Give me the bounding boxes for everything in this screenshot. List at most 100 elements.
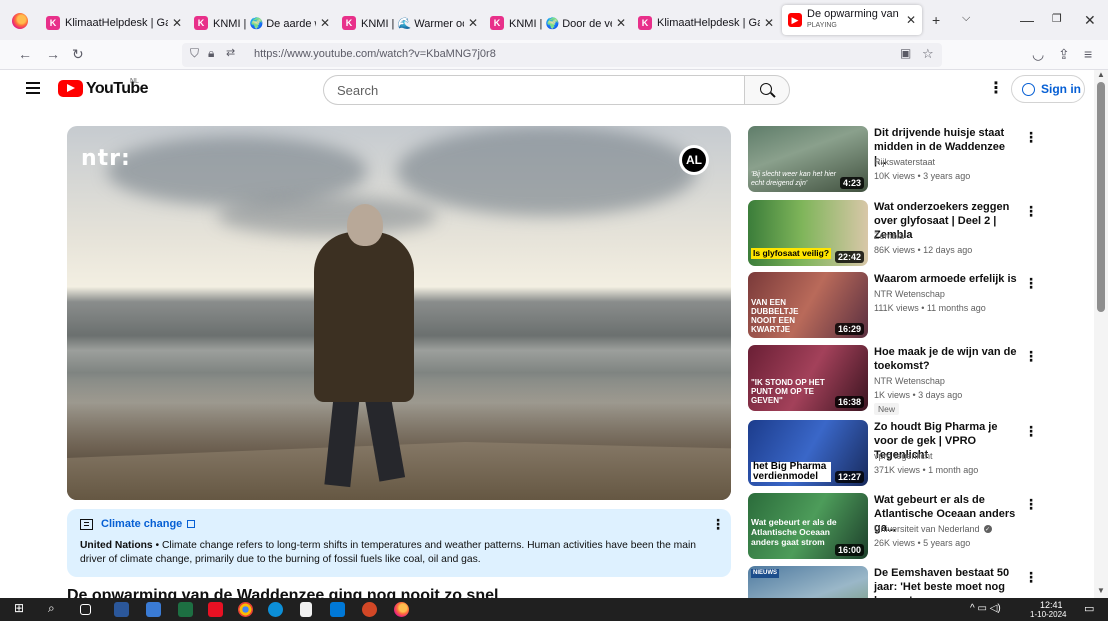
close-window-icon[interactable]: ✕ — [1084, 12, 1096, 29]
scroll-up-icon[interactable]: ▲ — [1097, 70, 1105, 79]
search-button[interactable] — [744, 75, 790, 105]
outlook-icon[interactable] — [146, 602, 161, 617]
close-tab-icon[interactable]: ✕ — [468, 16, 478, 30]
edge-icon[interactable] — [268, 602, 283, 617]
channel-name[interactable]: Universiteit van Nederland ✓ — [874, 524, 992, 534]
country-code: NL — [130, 78, 139, 85]
clock-time[interactable]: 12:41 — [1040, 600, 1063, 610]
recommendation-more-icon[interactable]: ⋮ — [1024, 130, 1038, 144]
firefox-icon — [12, 13, 28, 29]
back-arrow-icon[interactable]: ← — [18, 46, 32, 62]
recommendation-title[interactable]: Hoe maak je de wijn van de toekomst? — [874, 345, 1020, 373]
bookmark-star-icon[interactable]: ☆ — [922, 46, 934, 62]
system-tray-icons[interactable]: ^ ▭ ◁) — [970, 603, 1001, 614]
close-tab-icon[interactable]: ✕ — [172, 16, 182, 30]
recommendation-more-icon[interactable]: ⋮ — [1024, 424, 1038, 438]
windows-taskbar: ⊞ ⌕ ^ ▭ ◁) 12:41 1-10-2024 ▭ — [0, 598, 1108, 621]
recommendation-title[interactable]: Waarom armoede erfelijk is — [874, 272, 1020, 286]
youtube-logo-icon[interactable] — [58, 80, 83, 97]
chrome-icon[interactable] — [238, 602, 253, 617]
close-tab-icon[interactable]: ✕ — [764, 16, 774, 30]
recommendation-thumbnail[interactable]: "IK STOND OP HET PUNT OM OP TE GEVEN" 16… — [748, 345, 868, 411]
task-view-icon[interactable] — [80, 604, 91, 615]
windows-start-icon[interactable]: ⊞ — [14, 601, 29, 616]
channel-name[interactable]: vpro tegenlicht — [874, 451, 933, 461]
url-bar[interactable]: ⛉ 🔒︎ ⇄ https://www.youtube.com/watch?v=K… — [182, 43, 942, 67]
recommendation-thumbnail[interactable]: Is glyfosaat veilig? 22:42 — [748, 200, 868, 266]
new-tab-plus-icon[interactable]: + — [932, 12, 940, 28]
recommendation-item[interactable]: 'Bij slecht weer kan het hier echt dreig… — [748, 126, 1038, 192]
file-explorer-icon[interactable] — [330, 602, 345, 617]
shield-icon[interactable]: ⛉ — [190, 46, 199, 61]
browser-tab[interactable]: K KlimaatHelpdesk | Ga jij no ✕ — [632, 8, 780, 38]
browser-tab[interactable]: K KNMI | 🌊 Warmer oceaan ✕ — [336, 8, 484, 38]
recommendation-item[interactable]: Is glyfosaat veilig? 22:42 Wat onderzoek… — [748, 200, 1038, 266]
search-taskbar-icon[interactable]: ⌕ — [48, 601, 63, 616]
recommendation-item[interactable]: het Big Pharma verdienmodel 12:27 Zo hou… — [748, 420, 1038, 486]
browser-tab-active[interactable]: ▶ De opwarming van de Wad PLAYING ✕ — [782, 5, 922, 35]
scrollbar-thumb[interactable] — [1097, 82, 1105, 312]
recommendation-item[interactable]: NIEUWS De Eemshaven bestaat 50 jaar: 'He… — [748, 566, 1038, 598]
youtube-header: YouTube NL ⋮ Sign in — [0, 70, 1093, 110]
notification-icon[interactable]: ▭ — [1084, 602, 1094, 615]
recommendation-more-icon[interactable]: ⋮ — [1024, 570, 1038, 584]
info-panel-more-icon[interactable]: ⋮ — [711, 517, 725, 531]
recommendation-title[interactable]: De Eemshaven bestaat 50 jaar: 'Het beste… — [874, 566, 1020, 598]
sign-in-button[interactable]: Sign in — [1011, 75, 1085, 103]
video-duration: 16:00 — [834, 544, 864, 556]
recommendation-thumbnail[interactable]: VAN EEN DUBBELTJE NOOIT EEN KWARTJE 16:2… — [748, 272, 868, 338]
channel-name[interactable]: Rijkswaterstaat — [874, 157, 935, 167]
notepad-icon[interactable] — [300, 602, 312, 617]
reader-view-icon[interactable]: ▣ — [900, 46, 911, 60]
guide-menu-icon[interactable] — [26, 82, 40, 94]
search-box[interactable] — [323, 75, 744, 105]
menu-hamburger-icon[interactable]: ≡ — [1084, 46, 1092, 62]
active-tab-status: PLAYING — [807, 22, 837, 29]
browser-tab[interactable]: K KNMI | 🌍 Door de verbran ✕ — [484, 8, 632, 38]
close-tab-icon[interactable]: ✕ — [616, 16, 626, 30]
recommendation-thumbnail[interactable]: 'Bij slecht weer kan het hier echt dreig… — [748, 126, 868, 192]
external-link-icon[interactable] — [187, 520, 196, 528]
page-scrollbar[interactable]: ▲ ▼ — [1094, 70, 1108, 600]
recommendation-item[interactable]: Wat gebeurt er als de Atlantische Oceaan… — [748, 493, 1038, 559]
firefox-taskbar-icon[interactable] — [394, 602, 409, 617]
reload-icon[interactable]: ↻ — [72, 46, 84, 63]
recommendation-item[interactable]: VAN EEN DUBBELTJE NOOIT EEN KWARTJE 16:2… — [748, 272, 1038, 338]
lock-icon[interactable]: 🔒︎ — [208, 46, 214, 61]
close-tab-icon[interactable]: ✕ — [906, 13, 916, 27]
word-icon[interactable] — [114, 602, 129, 617]
powerpoint-icon[interactable] — [362, 602, 377, 617]
video-player[interactable]: ntr: AL — [67, 126, 731, 500]
browser-tab[interactable]: K KNMI | 🌍 De aarde warmt ✕ — [188, 8, 336, 38]
recommendation-more-icon[interactable]: ⋮ — [1024, 276, 1038, 290]
video-meta: 86K views • 12 days ago — [874, 245, 973, 255]
app-e-icon[interactable] — [208, 602, 223, 617]
recommendation-more-icon[interactable]: ⋮ — [1024, 204, 1038, 218]
forward-arrow-icon[interactable]: → — [46, 46, 60, 62]
recommendation-thumbnail[interactable]: het Big Pharma verdienmodel 12:27 — [748, 420, 868, 486]
excel-icon[interactable] — [178, 602, 193, 617]
extensions-icon[interactable]: ⇪ — [1058, 46, 1070, 63]
settings-more-icon[interactable]: ⋮ — [988, 81, 1004, 97]
minimize-window-icon[interactable]: — — [1020, 12, 1034, 28]
channel-name[interactable]: NTR Wetenschap — [874, 376, 945, 386]
active-tab-title: De opwarming van de Wad — [807, 9, 902, 20]
recommendation-more-icon[interactable]: ⋮ — [1024, 349, 1038, 363]
recommendation-thumbnail[interactable]: NIEUWS — [748, 566, 868, 598]
tab-list-chevron-down-icon[interactable]: ⌵ — [962, 12, 970, 25]
recommendation-more-icon[interactable]: ⋮ — [1024, 497, 1038, 511]
close-tab-icon[interactable]: ✕ — [320, 16, 330, 30]
channel-name[interactable]: NTR Wetenschap — [874, 289, 945, 299]
recommendation-item[interactable]: "IK STOND OP HET PUNT OM OP TE GEVEN" 16… — [748, 345, 1038, 415]
channel-name[interactable]: Zembla — [874, 231, 904, 241]
info-panel-heading[interactable]: Climate change — [101, 518, 182, 530]
al-logo-badge: AL — [679, 145, 709, 175]
recommendation-thumbnail[interactable]: Wat gebeurt er als de Atlantische Oceaan… — [748, 493, 868, 559]
search-input[interactable] — [324, 76, 744, 104]
permissions-icon[interactable]: ⇄ — [226, 46, 235, 59]
pocket-icon[interactable]: ◡ — [1032, 46, 1044, 63]
restore-window-icon[interactable]: ❐ — [1052, 12, 1062, 25]
browser-tab[interactable]: K KlimaatHelpdesk | Ga jij no ✕ — [40, 8, 188, 38]
clock-date[interactable]: 1-10-2024 — [1030, 610, 1066, 619]
scroll-down-icon[interactable]: ▼ — [1097, 586, 1105, 595]
